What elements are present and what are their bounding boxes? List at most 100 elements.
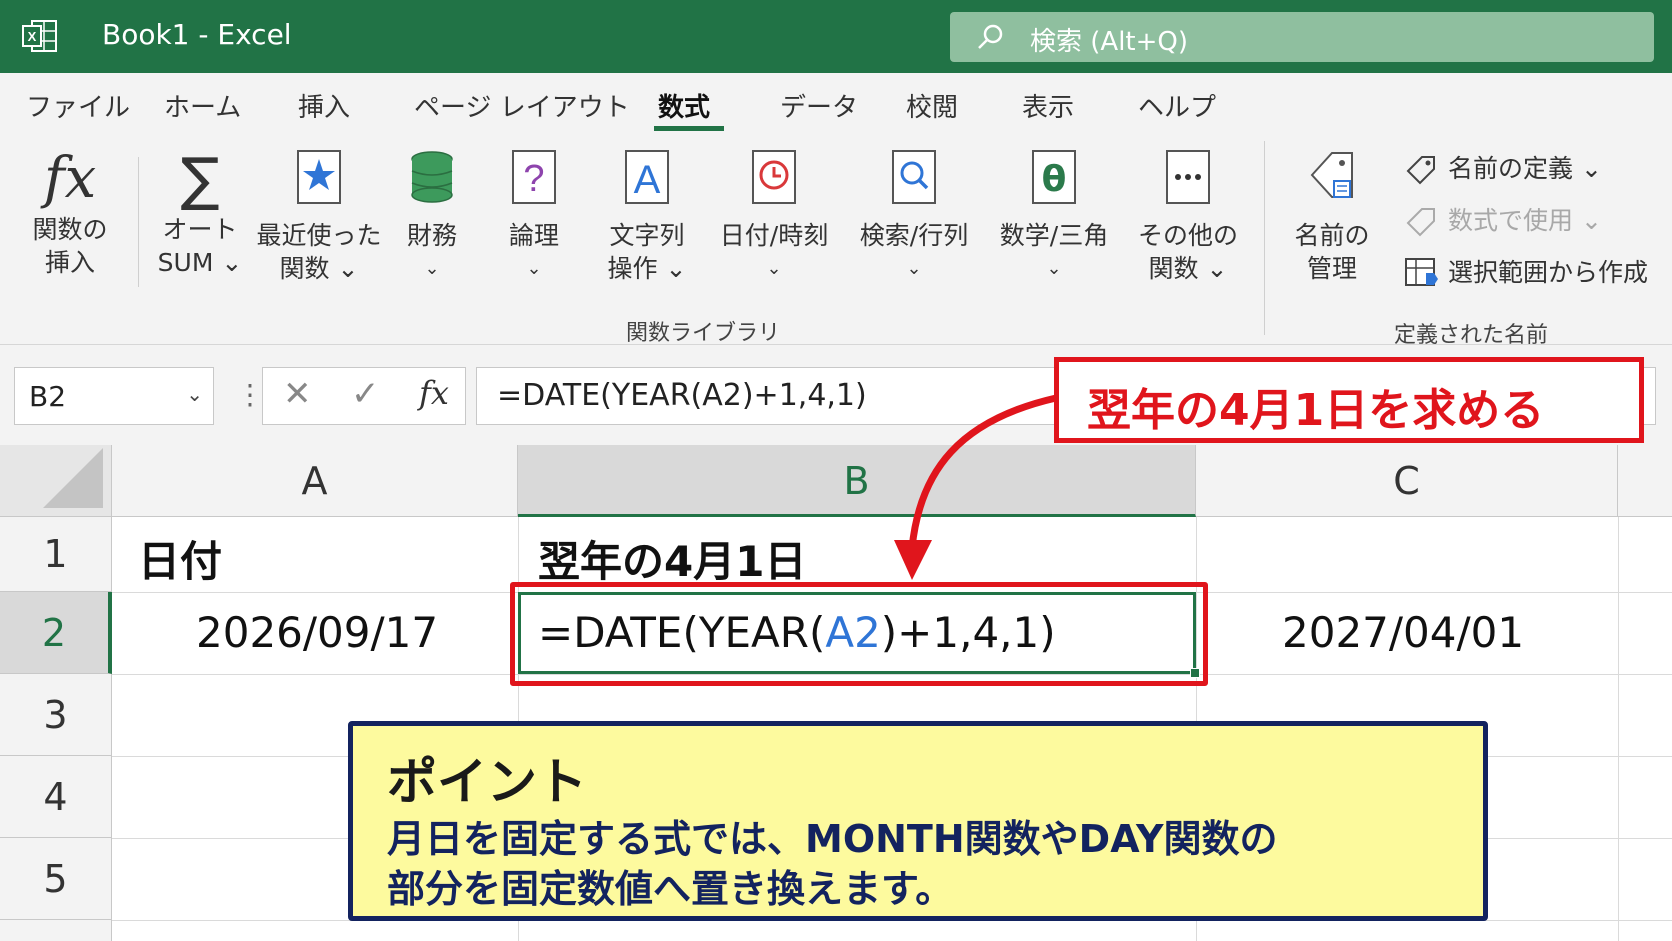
button-label: 関数 ⌄ [279, 254, 359, 283]
text-functions-button[interactable]: A 文字列 操作 ⌄ [596, 145, 698, 285]
cell-a2[interactable]: 2026/09/17 [196, 608, 438, 657]
separator [138, 157, 139, 287]
svg-text:A: A [634, 158, 661, 202]
tab-formulas[interactable]: 数式 [658, 87, 710, 124]
cell-a1[interactable]: 日付 [138, 528, 222, 589]
name-box[interactable]: B2 ⌄ [14, 367, 214, 425]
tab-page-layout[interactable]: ページ レイアウト [414, 87, 630, 124]
window-title: Book1 - Excel [102, 18, 292, 51]
active-tab-indicator [654, 126, 724, 131]
more-functions-button[interactable]: その他の 関数 ⌄ [1134, 145, 1242, 285]
button-label: 検索/行列 [859, 221, 969, 250]
tab-file[interactable]: ファイル [26, 87, 130, 124]
search-box[interactable]: 検索 (Alt+Q) [950, 12, 1654, 62]
callout-box: 翌年の4月1日を求める [1054, 357, 1644, 443]
callout-text: 翌年の4月1日を求める [1087, 385, 1545, 436]
button-label: SUM ⌄ [157, 248, 243, 277]
svg-text:X: X [28, 29, 37, 44]
tab-help[interactable]: ヘルプ [1138, 87, 1216, 124]
ribbon-tabs: ファイル ホーム 挿入 ページ レイアウト 数式 データ 校閲 表示 ヘルプ [0, 73, 1672, 135]
row-header-2[interactable]: 2 [0, 592, 112, 674]
button-label: 日付/時刻 [719, 221, 829, 250]
cell-c2[interactable]: 2027/04/01 [1282, 608, 1524, 657]
gridline [1618, 517, 1619, 941]
magnifier-book-icon [892, 150, 936, 204]
column-header-b[interactable]: B [518, 445, 1196, 517]
button-label: 数学/三角 [999, 221, 1109, 250]
theta-book-icon: θ [1032, 150, 1076, 204]
chevron-down-icon: ⌄ [1046, 258, 1062, 279]
recently-used-button[interactable]: 最近使った 関数 ⌄ [254, 145, 384, 285]
question-book-icon: ? [512, 150, 556, 204]
button-label: 文字列 [609, 221, 685, 250]
insert-function-fx-icon[interactable]: fx [419, 374, 449, 412]
search-placeholder: 検索 (Alt+Q) [1030, 27, 1189, 57]
tag-icon [1406, 156, 1435, 185]
button-label: 挿入 [44, 248, 95, 277]
enter-check-icon[interactable]: ✓ [351, 374, 380, 414]
date-time-button[interactable]: 日付/時刻 ⌄ [712, 145, 836, 285]
cell-b1[interactable]: 翌年の4月1日 [538, 528, 806, 589]
column-header-d[interactable] [1618, 445, 1672, 517]
row-header-3[interactable]: 3 [0, 674, 112, 756]
use-in-formula-button[interactable]: 数式で使用 ⌄ [1448, 201, 1602, 237]
select-all-button[interactable] [0, 445, 112, 517]
column-header-c[interactable]: C [1196, 445, 1618, 517]
point-title: ポイント [387, 753, 587, 811]
row-header-5[interactable]: 5 [0, 838, 112, 920]
logical-button[interactable]: ? 論理 ⌄ [494, 145, 574, 285]
insert-function-button[interactable]: fx 関数の 挿入 [18, 145, 122, 285]
name-manager-button[interactable]: 名前の 管理 [1282, 145, 1382, 285]
ribbon-body: fx 関数の 挿入 ∑ オート SUM ⌄ 最近使った 関数 ⌄ 財務 ⌄ ? [0, 135, 1672, 348]
name-box-value: B2 [29, 380, 67, 413]
point-line-2: 部分を固定数値へ置き換えます。 [387, 867, 954, 911]
title-bar: X Book1 - Excel 検索 (Alt+Q) [0, 0, 1672, 73]
row-header-4[interactable]: 4 [0, 756, 112, 838]
text-book-icon: A [625, 150, 669, 204]
button-label: 最近使った [256, 221, 382, 250]
button-label: 財務 [406, 221, 457, 250]
define-name-button[interactable]: 名前の定義 ⌄ [1448, 149, 1602, 185]
tab-review[interactable]: 校閲 [906, 87, 958, 124]
cancel-icon[interactable]: ✕ [283, 374, 312, 414]
tab-home[interactable]: ホーム [164, 87, 241, 124]
svg-text:θ: θ [1042, 159, 1067, 200]
formula-bar-resize-handle[interactable]: ⋮ [236, 378, 264, 411]
button-label: 名前の [1294, 221, 1370, 250]
create-from-selection-button[interactable]: 選択範囲から作成 [1448, 253, 1648, 289]
separator [1264, 141, 1265, 335]
chevron-down-icon[interactable]: ⌄ [186, 382, 203, 406]
coins-icon [411, 151, 453, 203]
button-label: 操作 ⌄ [607, 254, 687, 283]
button-label: 論理 [508, 221, 559, 250]
tab-data[interactable]: データ [780, 87, 858, 124]
lookup-reference-button[interactable]: 検索/行列 ⌄ [852, 145, 976, 285]
financial-button[interactable]: 財務 ⌄ [392, 145, 472, 285]
formula-controls: ✕ ✓ fx [262, 367, 466, 425]
button-label: 関数 ⌄ [1148, 254, 1228, 283]
chevron-down-icon: ⌄ [424, 258, 440, 279]
star-book-icon [297, 150, 341, 204]
point-line-1: 月日を固定する式では、MONTH関数やDAY関数の [387, 817, 1278, 861]
svg-text:?: ? [523, 158, 544, 200]
highlight-box [510, 582, 1208, 686]
math-trig-button[interactable]: θ 数学/三角 ⌄ [992, 145, 1116, 285]
search-icon [978, 24, 1003, 49]
clock-book-icon [752, 150, 796, 204]
column-header-a[interactable]: A [112, 445, 518, 517]
row-header-1[interactable]: 1 [0, 517, 112, 592]
formula-text: =DATE(YEAR(A2)+1,4,1) [497, 378, 867, 413]
tab-view[interactable]: 表示 [1022, 87, 1074, 124]
tab-insert[interactable]: 挿入 [298, 87, 350, 124]
autosum-button[interactable]: ∑ オート SUM ⌄ [150, 145, 250, 285]
use-in-formula-icon [1406, 208, 1435, 237]
button-label: 関数の [32, 215, 108, 244]
excel-icon: X [22, 20, 57, 52]
name-tag-icon [1310, 152, 1353, 198]
button-label: その他の [1137, 221, 1238, 250]
create-from-selection-icon [1405, 258, 1438, 286]
fx-icon: fx [43, 146, 97, 211]
select-all-triangle-icon [43, 448, 103, 508]
row-header-6[interactable] [0, 920, 112, 941]
sigma-icon: ∑ [180, 145, 220, 213]
